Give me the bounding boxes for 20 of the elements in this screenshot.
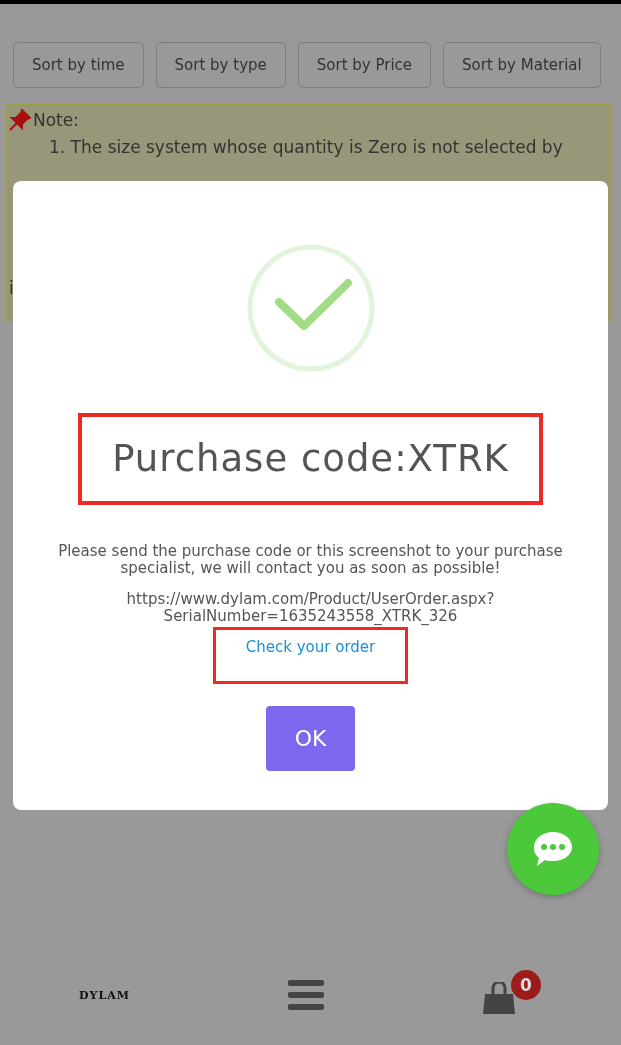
menu-icon[interactable] [287,980,324,1010]
sort-button[interactable]: Sort by type [155,42,286,88]
chat-bubble-icon [532,830,574,868]
note-title: Note: [33,110,79,130]
dialog-message: Please send the purchase code or this screenshot to your purchase specialist, we will contact you as soon as possible! [57,543,564,577]
ok-button[interactable]: OK [266,706,355,771]
sort-button[interactable]: Sort by time [13,42,144,88]
sort-button[interactable]: Sort by Material [443,42,601,88]
shopping-bag-icon[interactable] [481,982,516,1016]
purchase-code-title: Purchase code:XTRK [78,413,543,505]
order-url: https://www.dylam.com/Product/UserOrder.aspx? SerialNumber=1635243558_XTRK_326 [126,591,495,625]
check-order-link[interactable]: Check your order [245,638,376,658]
note-text: i [8,277,15,300]
check-circle-icon [245,243,376,373]
pushpin-icon [9,109,31,131]
chat-button[interactable] [507,803,599,895]
sort-button[interactable]: Sort by Price [297,42,432,88]
note-text: 1. The size system whose quantity is Zero is not selected by [48,136,564,159]
cart-count-badge: 0 [510,970,541,1000]
brand-logo[interactable]: DYLAM [79,988,130,1002]
